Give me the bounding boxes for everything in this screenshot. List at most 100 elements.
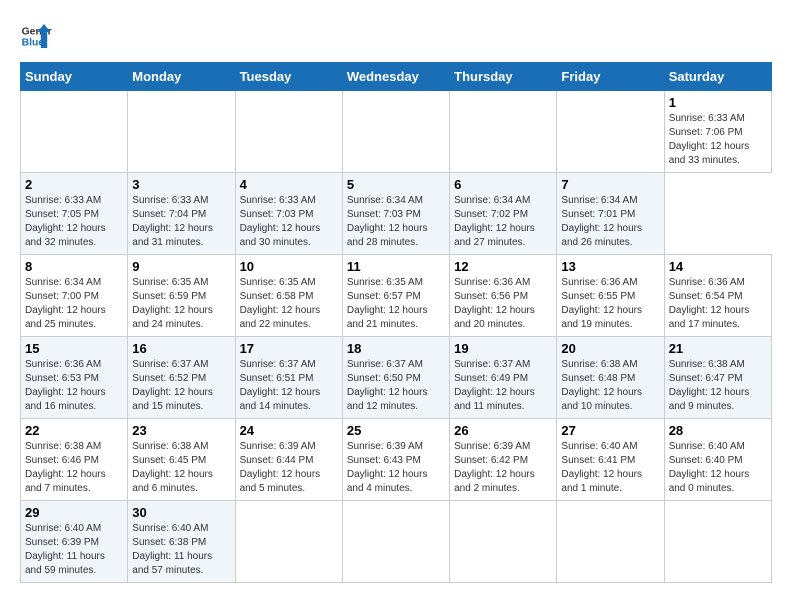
day-info: Sunrise: 6:37 AMSunset: 6:51 PMDaylight:…: [240, 359, 321, 412]
day-cell: [235, 501, 342, 583]
day-info: Sunrise: 6:35 AMSunset: 6:58 PMDaylight:…: [240, 277, 321, 330]
day-info: Sunrise: 6:37 AMSunset: 6:50 PMDaylight:…: [347, 359, 428, 412]
day-number: 15: [25, 341, 123, 356]
page-header: General Blue: [20, 20, 772, 52]
empty-cell: [128, 91, 235, 173]
day-cell: 25 Sunrise: 6:39 AMSunset: 6:43 PMDayligh…: [342, 419, 449, 501]
day-cell: 10 Sunrise: 6:35 AMSunset: 6:58 PMDayligh…: [235, 255, 342, 337]
day-header-friday: Friday: [557, 63, 664, 91]
day-cell: 16 Sunrise: 6:37 AMSunset: 6:52 PMDayligh…: [128, 337, 235, 419]
day-info: Sunrise: 6:36 AMSunset: 6:56 PMDaylight:…: [454, 277, 535, 330]
day-header-sunday: Sunday: [21, 63, 128, 91]
day-number: 13: [561, 259, 659, 274]
day-info: Sunrise: 6:39 AMSunset: 6:42 PMDaylight:…: [454, 441, 535, 494]
day-header-thursday: Thursday: [450, 63, 557, 91]
day-info: Sunrise: 6:39 AMSunset: 6:43 PMDaylight:…: [347, 441, 428, 494]
day-cell: 12 Sunrise: 6:36 AMSunset: 6:56 PMDayligh…: [450, 255, 557, 337]
day-number: 27: [561, 423, 659, 438]
day-number: 6: [454, 177, 552, 192]
header-row: SundayMondayTuesdayWednesdayThursdayFrid…: [21, 63, 772, 91]
day-cell: 11Sunrise: 6:35 AMSunset: 6:57 PMDayligh…: [342, 255, 449, 337]
day-cell: 5 Sunrise: 6:34 AMSunset: 7:03 PMDaylight…: [342, 173, 449, 255]
day-cell: 13Sunrise: 6:36 AMSunset: 6:55 PMDayligh…: [557, 255, 664, 337]
day-cell: 26 Sunrise: 6:39 AMSunset: 6:42 PMDayligh…: [450, 419, 557, 501]
day-cell: 22Sunrise: 6:38 AMSunset: 6:46 PMDayligh…: [21, 419, 128, 501]
day-number: 16: [132, 341, 230, 356]
day-number: 25: [347, 423, 445, 438]
day-number: 5: [347, 177, 445, 192]
day-number: 20: [561, 341, 659, 356]
day-cell: [342, 501, 449, 583]
day-cell: 30Sunrise: 6:40 AMSunset: 6:38 PMDayligh…: [128, 501, 235, 583]
day-info: Sunrise: 6:34 AMSunset: 7:02 PMDaylight:…: [454, 195, 535, 248]
day-number: 8: [25, 259, 123, 274]
week-row: 1 Sunrise: 6:33 AMSunset: 7:06 PMDaylight…: [21, 91, 772, 173]
week-row: 8Sunrise: 6:34 AMSunset: 7:00 PMDaylight…: [21, 255, 772, 337]
day-info: Sunrise: 6:40 AMSunset: 6:41 PMDaylight:…: [561, 441, 642, 494]
day-info: Sunrise: 6:38 AMSunset: 6:48 PMDaylight:…: [561, 359, 642, 412]
day-number: 19: [454, 341, 552, 356]
day-number: 26: [454, 423, 552, 438]
day-cell: [664, 501, 771, 583]
day-cell: 23Sunrise: 6:38 AMSunset: 6:45 PMDayligh…: [128, 419, 235, 501]
day-number: 2: [25, 177, 123, 192]
day-number: 23: [132, 423, 230, 438]
day-number: 17: [240, 341, 338, 356]
day-info: Sunrise: 6:39 AMSunset: 6:44 PMDaylight:…: [240, 441, 321, 494]
day-number: 9: [132, 259, 230, 274]
day-info: Sunrise: 6:33 AMSunset: 7:03 PMDaylight:…: [240, 195, 321, 248]
day-number: 3: [132, 177, 230, 192]
day-number: 29: [25, 505, 123, 520]
day-cell: 18 Sunrise: 6:37 AMSunset: 6:50 PMDayligh…: [342, 337, 449, 419]
day-info: Sunrise: 6:35 AMSunset: 6:59 PMDaylight:…: [132, 277, 213, 330]
empty-cell: [557, 91, 664, 173]
day-info: Sunrise: 6:40 AMSunset: 6:38 PMDaylight:…: [132, 523, 212, 576]
day-info: Sunrise: 6:36 AMSunset: 6:53 PMDaylight:…: [25, 359, 106, 412]
day-info: Sunrise: 6:35 AMSunset: 6:57 PMDaylight:…: [347, 277, 428, 330]
day-cell: 6 Sunrise: 6:34 AMSunset: 7:02 PMDaylight…: [450, 173, 557, 255]
day-info: Sunrise: 6:33 AMSunset: 7:04 PMDaylight:…: [132, 195, 213, 248]
day-info: Sunrise: 6:38 AMSunset: 6:46 PMDaylight:…: [25, 441, 106, 494]
day-cell: 15 Sunrise: 6:36 AMSunset: 6:53 PMDayligh…: [21, 337, 128, 419]
week-row: 22Sunrise: 6:38 AMSunset: 6:46 PMDayligh…: [21, 419, 772, 501]
day-info: Sunrise: 6:40 AMSunset: 6:40 PMDaylight:…: [669, 441, 750, 494]
day-cell: 7Sunrise: 6:34 AMSunset: 7:01 PMDaylight…: [557, 173, 664, 255]
day-info: Sunrise: 6:34 AMSunset: 7:01 PMDaylight:…: [561, 195, 642, 248]
day-cell: 27 Sunrise: 6:40 AMSunset: 6:41 PMDayligh…: [557, 419, 664, 501]
logo-icon: General Blue: [20, 20, 52, 52]
calendar-table: SundayMondayTuesdayWednesdayThursdayFrid…: [20, 62, 772, 583]
day-header-saturday: Saturday: [664, 63, 771, 91]
day-number: 14: [669, 259, 767, 274]
day-cell: 14 Sunrise: 6:36 AMSunset: 6:54 PMDayligh…: [664, 255, 771, 337]
day-header-tuesday: Tuesday: [235, 63, 342, 91]
day-info: Sunrise: 6:33 AMSunset: 7:05 PMDaylight:…: [25, 195, 106, 248]
day-cell: 19 Sunrise: 6:37 AMSunset: 6:49 PMDayligh…: [450, 337, 557, 419]
day-number: 24: [240, 423, 338, 438]
day-cell: [557, 501, 664, 583]
day-header-wednesday: Wednesday: [342, 63, 449, 91]
logo: General Blue: [20, 20, 52, 52]
day-cell: 28 Sunrise: 6:40 AMSunset: 6:40 PMDayligh…: [664, 419, 771, 501]
day-info: Sunrise: 6:37 AMSunset: 6:49 PMDaylight:…: [454, 359, 535, 412]
day-number: 21: [669, 341, 767, 356]
day-number: 4: [240, 177, 338, 192]
week-row: 15 Sunrise: 6:36 AMSunset: 6:53 PMDayligh…: [21, 337, 772, 419]
day-number: 28: [669, 423, 767, 438]
day-number: 18: [347, 341, 445, 356]
empty-cell: [342, 91, 449, 173]
day-cell: 2 Sunrise: 6:33 AMSunset: 7:05 PMDaylight…: [21, 173, 128, 255]
day-number: 10: [240, 259, 338, 274]
day-cell: 21Sunrise: 6:38 AMSunset: 6:47 PMDayligh…: [664, 337, 771, 419]
day-number: 1: [669, 95, 767, 110]
day-number: 12: [454, 259, 552, 274]
day-info: Sunrise: 6:34 AMSunset: 7:03 PMDaylight:…: [347, 195, 428, 248]
day-info: Sunrise: 6:33 AMSunset: 7:06 PMDaylight:…: [669, 113, 750, 166]
day-cell: 24 Sunrise: 6:39 AMSunset: 6:44 PMDayligh…: [235, 419, 342, 501]
day-cell: 17 Sunrise: 6:37 AMSunset: 6:51 PMDayligh…: [235, 337, 342, 419]
day-cell: 9 Sunrise: 6:35 AMSunset: 6:59 PMDaylight…: [128, 255, 235, 337]
day-cell: 4 Sunrise: 6:33 AMSunset: 7:03 PMDaylight…: [235, 173, 342, 255]
day-cell: 8Sunrise: 6:34 AMSunset: 7:00 PMDaylight…: [21, 255, 128, 337]
week-row: 29Sunrise: 6:40 AMSunset: 6:39 PMDayligh…: [21, 501, 772, 583]
day-info: Sunrise: 6:37 AMSunset: 6:52 PMDaylight:…: [132, 359, 213, 412]
day-info: Sunrise: 6:36 AMSunset: 6:54 PMDaylight:…: [669, 277, 750, 330]
